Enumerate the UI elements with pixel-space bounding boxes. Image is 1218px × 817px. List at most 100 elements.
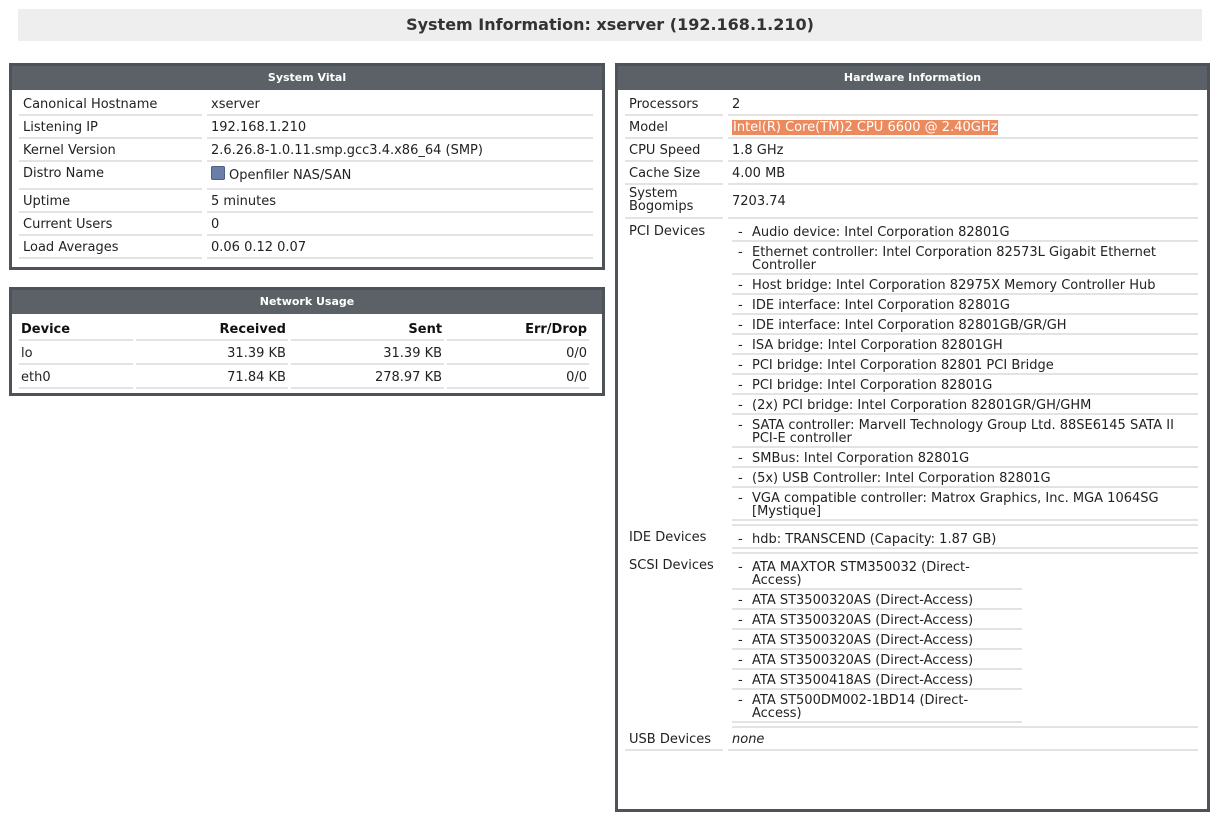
cpu-speed-label: CPU Speed [625, 139, 723, 162]
hardware-information-panel: Hardware Information Processors 2 Model … [615, 63, 1210, 812]
vital-value-text: 2.6.26.8-1.0.11.smp.gcc3.4.x86_64 (SMP) [211, 143, 483, 158]
cache-size-label: Cache Size [625, 162, 723, 185]
table-cell: 71.84 KB [136, 365, 288, 389]
list-item: - IDE interface: Intel Corporation 82801G… [732, 315, 1198, 335]
list-item: - ATA ST3500418AS (Direct-Access) [732, 670, 1022, 690]
bogomips-value: 7203.74 [728, 185, 1198, 219]
hw-row-bogomips: System Bogomips 7203.74 [625, 185, 1198, 219]
table-cell: lo [19, 341, 134, 365]
list-bullet: - [738, 225, 743, 240]
list-item: - IDE interface: Intel Corporation 82801G [732, 295, 1198, 315]
vital-label: Distro Name [19, 162, 202, 190]
list-bullet: - [738, 532, 743, 547]
device-name: (5x) USB Controller: Intel Corporation 8… [752, 471, 1051, 486]
vital-value-text: xserver [211, 97, 260, 112]
vital-row: Distro Name Openfiler NAS/SAN [19, 162, 595, 190]
hardware-information-heading: Hardware Information [618, 66, 1207, 90]
network-column-header: Err/Drop [447, 317, 589, 341]
list-item: - SATA controller: Marvell Technology Gro… [732, 415, 1198, 448]
device-name: ATA ST3500320AS (Direct-Access) [752, 633, 974, 648]
list-bullet: - [738, 378, 743, 393]
processors-label: Processors [625, 93, 723, 116]
device-name: (2x) PCI bridge: Intel Corporation 82801… [752, 398, 1092, 413]
list-item: - (2x) PCI bridge: Intel Corporation 8280… [732, 395, 1198, 415]
vital-row: Listening IP 192.168.1.210 [19, 116, 595, 139]
hw-row-cache-size: Cache Size 4.00 MB [625, 162, 1198, 185]
device-name: Host bridge: Intel Corporation 82975X Me… [752, 278, 1156, 293]
list-item: - ATA MAXTOR STM350032 (Direct-Access) [732, 557, 1022, 590]
table-cell: 0/0 [447, 341, 589, 365]
list-bullet: - [738, 593, 743, 608]
list-bullet: - [738, 693, 743, 708]
usb-devices-value: none [728, 728, 1198, 751]
network-column-header: Sent [290, 317, 445, 341]
list-item: - PCI bridge: Intel Corporation 82801 PCI… [732, 355, 1198, 375]
network-usage-heading: Network Usage [12, 290, 602, 314]
hw-row-usb: USB Devices none [625, 728, 1198, 751]
list-item: - (5x) USB Controller: Intel Corporation … [732, 468, 1198, 488]
vital-row: Uptime 5 minutes [19, 190, 595, 213]
device-name: Audio device: Intel Corporation 82801G [752, 225, 1010, 240]
vital-value-text: Openfiler NAS/SAN [229, 168, 352, 183]
table-cell: 278.97 KB [290, 365, 445, 389]
vital-label: Listening IP [19, 116, 202, 139]
list-item: - hdb: TRANSCEND (Capacity: 1.87 GB) [732, 529, 1198, 549]
usb-devices-label: USB Devices [625, 728, 723, 751]
network-usage-panel: Network Usage Device Received Sent Err/Drop… [9, 287, 605, 396]
hw-row-scsi: SCSI Devices - ATA MAXTOR STM350032 (Dire… [625, 554, 1198, 728]
vital-row: Load Averages 0.06 0.12 0.07 [19, 236, 595, 259]
page-title: System Information: xserver (192.168.1.2… [18, 9, 1202, 41]
hw-row-cpu-speed: CPU Speed 1.8 GHz [625, 139, 1198, 162]
table-cell: eth0 [19, 365, 134, 389]
list-bullet: - [738, 338, 743, 353]
device-name: ATA ST3500418AS (Direct-Access) [752, 673, 974, 688]
list-bullet: - [738, 451, 743, 466]
device-name: ATA ST3500320AS (Direct-Access) [752, 613, 974, 628]
list-item: - Ethernet controller: Intel Corporation … [732, 242, 1198, 275]
cache-size-value: 4.00 MB [728, 162, 1198, 185]
list-bullet: - [738, 398, 743, 413]
device-name: ISA bridge: Intel Corporation 82801GH [752, 338, 1003, 353]
system-vital-heading: System Vital [12, 66, 602, 90]
device-name: IDE interface: Intel Corporation 82801GB… [752, 318, 1067, 333]
network-column-header: Device [19, 317, 134, 341]
device-name: PCI bridge: Intel Corporation 82801 PCI … [752, 358, 1054, 373]
pci-devices-list: - Audio device: Intel Corporation 82801G -… [732, 222, 1198, 521]
vital-value: 192.168.1.210 [207, 116, 593, 139]
network-usage-table: Device Received Sent Err/Drop lo 31.39 KB 31.… [16, 317, 592, 389]
list-bullet: - [738, 298, 743, 313]
processors-value: 2 [728, 93, 1198, 116]
list-item: - ATA ST500DM002-1BD14 (Direct-Access) [732, 690, 1022, 723]
list-item: - ISA bridge: Intel Corporation 82801GH [732, 335, 1198, 355]
list-bullet: - [738, 471, 743, 486]
vital-value: 0.06 0.12 0.07 [207, 236, 593, 259]
distro-logo-icon [211, 166, 225, 180]
scsi-devices-label: SCSI Devices [629, 558, 714, 573]
vital-label: Uptime [19, 190, 202, 213]
vital-value: 2.6.26.8-1.0.11.smp.gcc3.4.x86_64 (SMP) [207, 139, 593, 162]
list-bullet: - [738, 318, 743, 333]
vital-value-text: 0.06 0.12 0.07 [211, 240, 307, 255]
model-value: Intel(R) Core(TM)2 CPU 6600 @ 2.40GHz [732, 120, 999, 135]
vital-value: 5 minutes [207, 190, 593, 213]
hw-row-pci: PCI Devices - Audio device: Intel Corpora… [625, 219, 1198, 526]
list-bullet: - [738, 245, 743, 260]
device-name: VGA compatible controller: Matrox Graphi… [752, 491, 1159, 519]
table-cell: 31.39 KB [136, 341, 288, 365]
table-row: eth0 71.84 KB 278.97 KB 0/0 [19, 365, 589, 389]
vital-row: Current Users 0 [19, 213, 595, 236]
vital-value: Openfiler NAS/SAN [207, 162, 593, 190]
table-row: lo 31.39 KB 31.39 KB 0/0 [19, 341, 589, 365]
vital-row: Canonical Hostname xserver [19, 93, 595, 116]
vital-label: Current Users [19, 213, 202, 236]
hw-row-model: Model Intel(R) Core(TM)2 CPU 6600 @ 2.40… [625, 116, 1198, 139]
device-name: SATA controller: Marvell Technology Grou… [752, 418, 1174, 446]
device-name: ATA MAXTOR STM350032 (Direct-Access) [752, 560, 970, 588]
vital-value: xserver [207, 93, 593, 116]
list-item: - PCI bridge: Intel Corporation 82801G [732, 375, 1198, 395]
device-name: PCI bridge: Intel Corporation 82801G [752, 378, 993, 393]
device-name: ATA ST500DM002-1BD14 (Direct-Access) [752, 693, 969, 721]
bogomips-label: System Bogomips [625, 185, 723, 219]
list-item: - ATA ST3500320AS (Direct-Access) [732, 650, 1022, 670]
scsi-devices-list: - ATA MAXTOR STM350032 (Direct-Access) - AT… [732, 557, 1022, 723]
